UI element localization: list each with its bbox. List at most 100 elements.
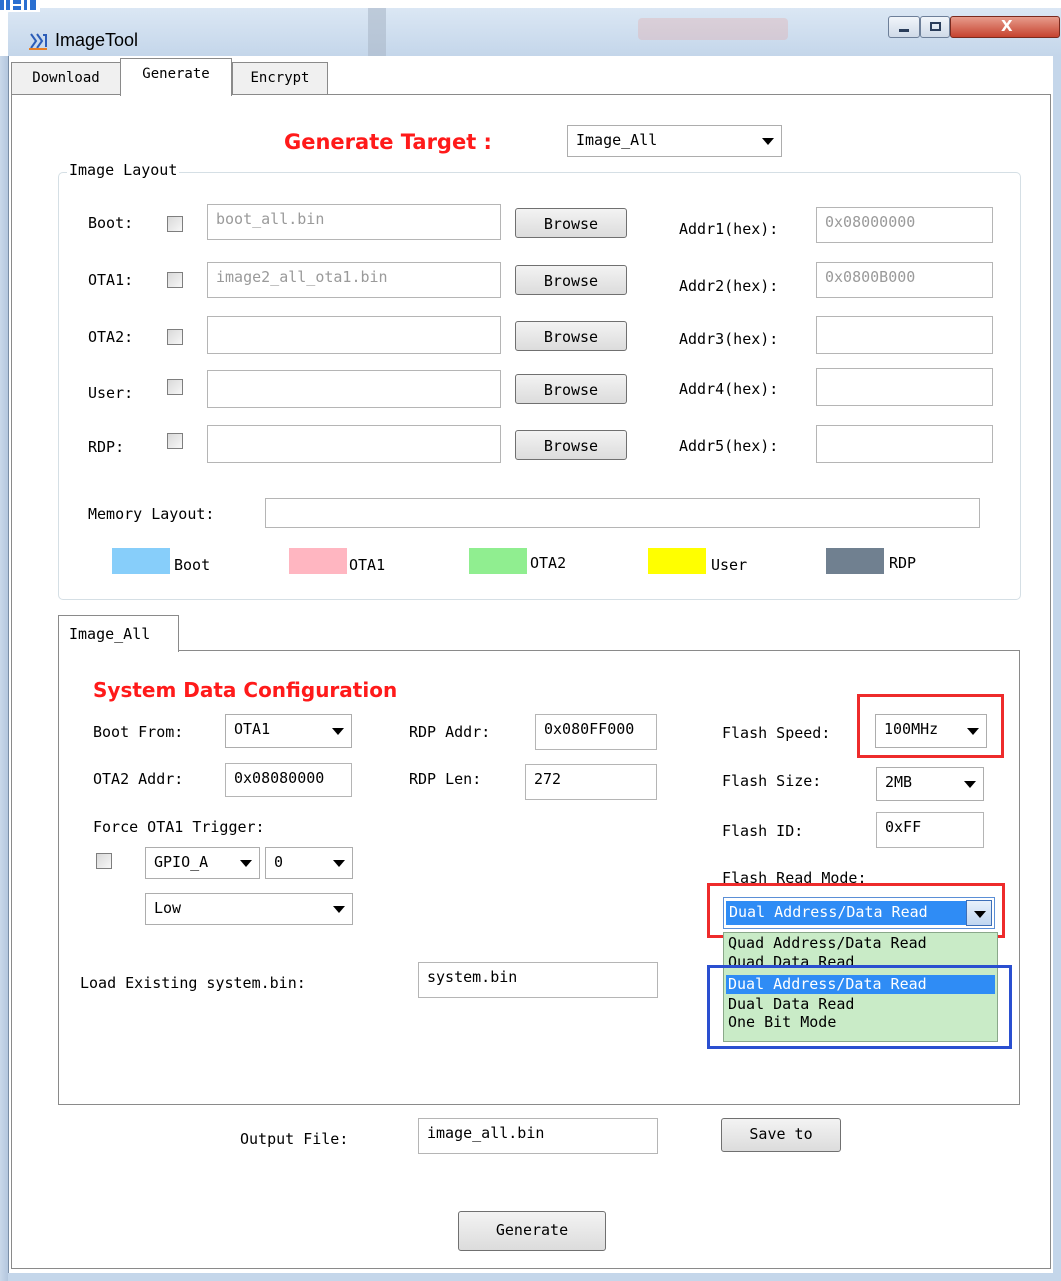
addr5-field[interactable] [816, 425, 993, 463]
generate-target-label: Generate Target : [284, 130, 492, 154]
boot-checkbox[interactable] [167, 216, 183, 232]
read-mode-option-quad-address-data[interactable]: Quad Address/Data Read [726, 934, 995, 953]
ota1-browse-button[interactable]: Browse [515, 265, 627, 295]
rdp-browse-button[interactable]: Browse [515, 430, 627, 460]
output-file-field[interactable]: image_all.bin [418, 1118, 658, 1154]
force-ota1-trigger-checkbox[interactable] [96, 853, 112, 869]
addr1-label: Addr1(hex): [679, 220, 779, 238]
addr3-label: Addr3(hex): [679, 330, 779, 348]
ota2-addr-field[interactable]: 0x08080000 [225, 763, 352, 797]
flash-read-mode-highlight [707, 883, 1005, 938]
gpio-level-select[interactable]: Low [145, 893, 353, 925]
user-file-field[interactable] [207, 370, 501, 408]
boot-browse-button[interactable]: Browse [515, 208, 627, 238]
save-to-button[interactable]: Save to [721, 1118, 841, 1152]
window-frame-right [1053, 56, 1061, 1281]
title-bar[interactable]: ImageTool X [8, 8, 1061, 56]
ota2-label: OTA2: [88, 328, 134, 346]
gpio-pin-select[interactable]: 0 [265, 847, 353, 879]
ota2-file-field[interactable] [207, 316, 501, 354]
flash-id-label: Flash ID: [722, 822, 804, 840]
tab-image-all[interactable]: Image_All [58, 615, 179, 652]
close-button[interactable]: X [950, 16, 1060, 38]
maximize-icon [930, 22, 941, 31]
addr2-label: Addr2(hex): [679, 277, 779, 295]
chevron-down-icon [762, 138, 774, 145]
gpio-port-select[interactable]: GPIO_A [145, 847, 260, 879]
tab-download[interactable]: Download [11, 62, 121, 94]
boot-from-label: Boot From: [93, 723, 184, 741]
generate-target-value: Image_All [576, 131, 658, 149]
gpio-level-value: Low [154, 899, 182, 917]
read-mode-options-highlight [707, 965, 1012, 1049]
rdp-len-field[interactable]: 272 [525, 764, 657, 800]
tab-generate[interactable]: Generate [120, 58, 232, 96]
gpio-pin-value: 0 [274, 853, 284, 871]
addr4-field[interactable] [816, 368, 993, 406]
flash-size-value: 2MB [885, 773, 913, 791]
legend-user-swatch [648, 548, 706, 574]
flash-size-label: Flash Size: [722, 772, 822, 790]
app-icon [29, 33, 47, 50]
ota1-file-field[interactable]: image2_all_ota1.bin [207, 262, 501, 298]
legend-boot-swatch [112, 548, 170, 574]
chevron-down-icon [332, 728, 344, 735]
window-title: ImageTool [55, 30, 139, 50]
rdp-addr-field[interactable]: 0x080FF000 [535, 714, 657, 750]
close-icon: X [1001, 17, 1013, 35]
output-file-label: Output File: [240, 1130, 349, 1148]
rdp-addr-label: RDP Addr: [409, 723, 491, 741]
chevron-down-icon [333, 860, 345, 867]
memory-layout-bar [265, 498, 980, 528]
read-mode-option-quad-data[interactable]: Quad Data Read [726, 953, 995, 965]
boot-file-field[interactable]: boot_all.bin [207, 204, 501, 240]
ota1-checkbox[interactable] [167, 272, 183, 288]
ota2-checkbox[interactable] [167, 329, 183, 345]
legend-ota2-swatch [469, 548, 527, 574]
generate-target-select[interactable]: Image_All [567, 125, 782, 157]
chevron-down-icon [240, 860, 252, 867]
image-layout-title: Image Layout [67, 161, 180, 179]
system-data-heading: System Data Configuration [93, 678, 398, 702]
addr1-field[interactable]: 0x08000000 [816, 207, 993, 243]
ota2-addr-label: OTA2 Addr: [93, 770, 184, 788]
load-system-bin-field[interactable]: system.bin [418, 962, 658, 998]
load-system-bin-label: Load Existing system.bin: [80, 974, 306, 992]
flash-size-select[interactable]: 2MB [876, 767, 984, 801]
corner-logo [0, 0, 40, 12]
rdp-label: RDP: [88, 438, 125, 456]
addr2-field[interactable]: 0x0800B000 [816, 262, 993, 298]
flash-speed-highlight [857, 694, 1004, 758]
legend-rdp-swatch [826, 548, 884, 574]
addr5-label: Addr5(hex): [679, 437, 779, 455]
boot-from-select[interactable]: OTA1 [225, 714, 352, 748]
ota2-browse-button[interactable]: Browse [515, 321, 627, 351]
force-ota1-trigger-label: Force OTA1 Trigger: [93, 818, 265, 836]
addr4-label: Addr4(hex): [679, 380, 779, 398]
rdp-checkbox[interactable] [167, 433, 183, 449]
rdp-file-field[interactable] [207, 425, 501, 463]
user-browse-button[interactable]: Browse [515, 374, 627, 404]
addr3-field[interactable] [816, 316, 993, 354]
gpio-port-value: GPIO_A [154, 853, 209, 871]
generate-button[interactable]: Generate [458, 1211, 606, 1251]
legend-ota1-swatch [289, 548, 347, 574]
chevron-down-icon [964, 781, 976, 788]
rdp-len-label: RDP Len: [409, 770, 482, 788]
app-window: ImageTool X Download Generate Encrypt Ge… [0, 0, 1061, 1281]
flash-speed-label: Flash Speed: [722, 724, 831, 742]
boot-from-value: OTA1 [234, 720, 271, 738]
user-label: User: [88, 384, 134, 402]
flash-id-field[interactable]: 0xFF [876, 812, 984, 848]
tab-encrypt[interactable]: Encrypt [232, 62, 328, 94]
user-checkbox[interactable] [167, 379, 183, 395]
maximize-button[interactable] [920, 16, 950, 38]
minimize-icon [899, 29, 909, 32]
window-frame-bottom [8, 1273, 1053, 1281]
chevron-down-icon [333, 906, 345, 913]
legend-rdp-label: RDP [889, 554, 917, 572]
window-frame-left [0, 56, 8, 1281]
minimize-button[interactable] [888, 16, 920, 38]
ota1-label: OTA1: [88, 271, 134, 289]
legend-ota1-label: OTA1 [349, 556, 386, 574]
